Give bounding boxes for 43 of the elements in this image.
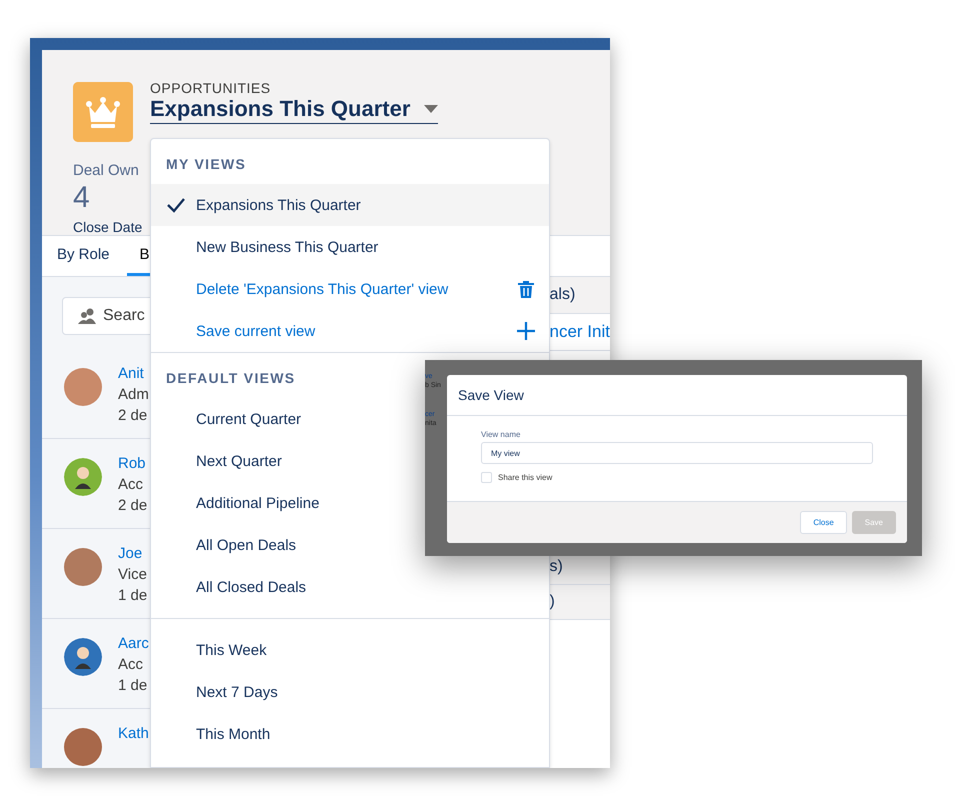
view-menu-item[interactable]: Expansions This Quarter [151,184,549,226]
person-name[interactable]: Rob [118,455,148,472]
checkmark-icon [167,197,185,213]
close-button[interactable]: Close [800,511,847,534]
person-name[interactable]: Kath [118,725,149,742]
menu-section-heading: MY VIEWS [165,155,246,174]
deal-count: 2 de [118,407,148,424]
deal-count: 4 [73,181,90,215]
view-menu-item[interactable]: This Week [151,629,549,671]
object-label: OPPORTUNITIES [150,80,272,96]
dialog-title: Save View [458,387,524,403]
tab[interactable]: By Role [57,236,110,276]
column-header: als) [548,277,610,314]
person-role: Vice [118,566,148,583]
person-name[interactable]: Joe [118,545,148,562]
person-name[interactable]: Anit [118,365,149,382]
person-name[interactable]: Aarc [118,635,149,652]
trash-icon [517,280,535,298]
view-name-field[interactable]: My view [481,442,873,464]
person-role: Acc [118,476,144,493]
list-view-title[interactable]: Expansions This Quarter [150,96,438,124]
save-view-item[interactable]: Save current view [151,310,549,352]
deal-count: 1 de [118,677,148,694]
field-label: Close Date [73,219,142,235]
view-menu-item[interactable]: Next 7 Days [151,671,549,713]
view-menu-item[interactable]: This Month [151,713,549,755]
deal-count: 1 de [118,587,148,604]
add-icon [517,322,535,340]
checkbox-label: Share this view [498,473,552,482]
view-menu-item[interactable]: Additional Pipeline [151,482,549,524]
person-role: Adm [118,386,149,403]
table-cell: ) [548,585,610,620]
menu-section-heading: DEFAULT VIEWS [165,369,296,388]
person-role: Acc [118,656,144,673]
view-menu-item[interactable]: All Closed Deals [151,566,549,608]
field-label: Deal Own [73,162,139,179]
view-menu-item[interactable]: All Open Deals [151,524,549,566]
deal-count: 2 de [118,497,148,514]
caret-icon [424,105,438,113]
share-checkbox[interactable] [481,472,492,483]
crown-icon [73,82,133,142]
field-label: View name [481,430,522,439]
people-icon [77,307,97,325]
